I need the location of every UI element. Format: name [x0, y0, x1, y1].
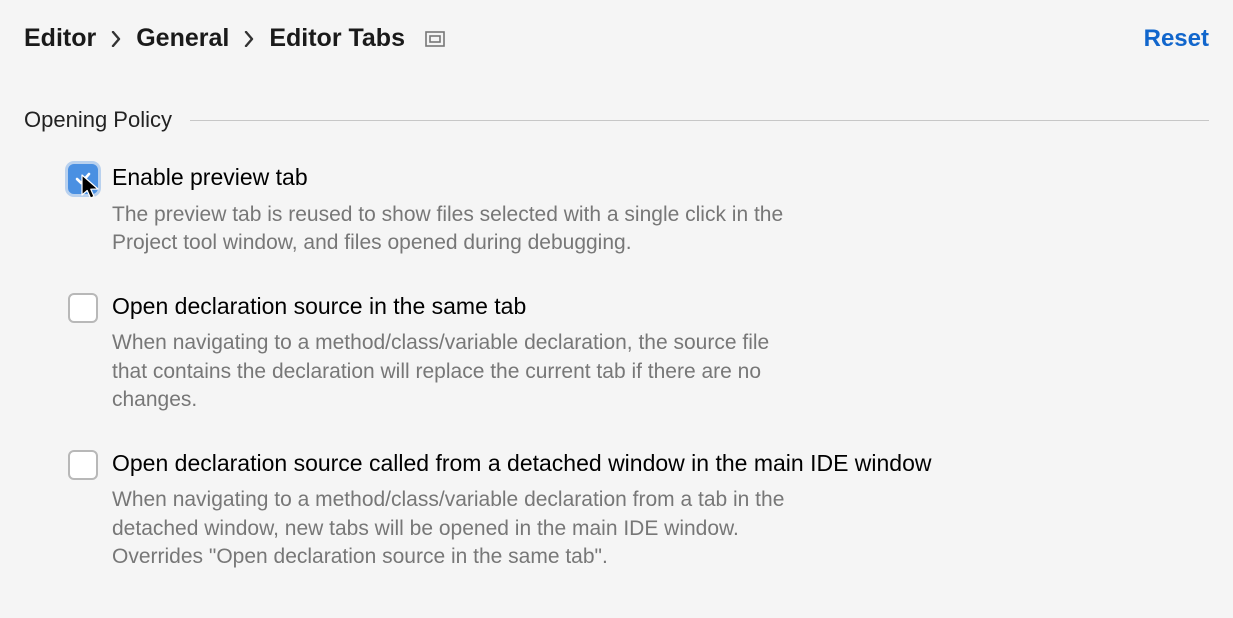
- option-description: When navigating to a method/class/variab…: [112, 486, 792, 571]
- header-row: Editor General Editor Tabs Reset: [24, 24, 1209, 53]
- breadcrumb-editor[interactable]: Editor: [24, 24, 96, 53]
- breadcrumb-general[interactable]: General: [136, 24, 229, 53]
- checkbox-open-declaration-detached[interactable]: [68, 450, 98, 480]
- chevron-right-icon: [243, 29, 255, 49]
- options-list: Enable preview tab The preview tab is re…: [24, 163, 1164, 571]
- option-description: The preview tab is reused to show files …: [112, 201, 792, 258]
- section-title: Opening Policy: [24, 107, 172, 133]
- reset-button[interactable]: Reset: [1144, 25, 1209, 53]
- option-description: When navigating to a method/class/variab…: [112, 329, 792, 414]
- option-label[interactable]: Open declaration source called from a de…: [112, 449, 1132, 479]
- option-label[interactable]: Enable preview tab: [112, 163, 1164, 193]
- divider: [190, 120, 1209, 121]
- breadcrumb: Editor General Editor Tabs: [24, 24, 445, 53]
- breadcrumb-editor-tabs: Editor Tabs: [269, 24, 405, 53]
- chevron-right-icon: [110, 29, 122, 49]
- option-label[interactable]: Open declaration source in the same tab: [112, 292, 1164, 322]
- section-header: Opening Policy: [24, 107, 1209, 133]
- checkbox-enable-preview-tab[interactable]: [68, 164, 98, 194]
- window-icon: [425, 31, 445, 47]
- option-enable-preview-tab: Enable preview tab The preview tab is re…: [68, 163, 1164, 258]
- option-open-declaration-same-tab: Open declaration source in the same tab …: [68, 292, 1164, 415]
- option-open-declaration-detached: Open declaration source called from a de…: [68, 449, 1164, 572]
- checkbox-open-declaration-same-tab[interactable]: [68, 293, 98, 323]
